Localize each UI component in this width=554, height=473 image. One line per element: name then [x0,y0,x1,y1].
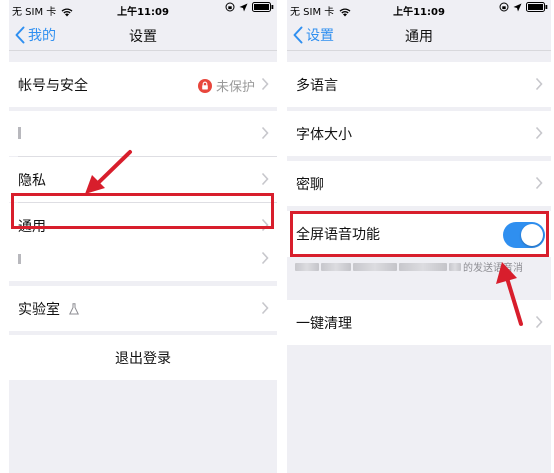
row-label: 隐私 [18,172,46,189]
font-size-row[interactable]: 字体大小 [287,111,551,156]
voice-description: 的发送语音消 [295,259,523,274]
chevron-right-icon [261,251,269,265]
location-icon [513,3,522,11]
lock-icon [197,78,212,93]
chevron-right-icon [535,77,543,91]
lock-rotation-icon [225,2,235,12]
protection-status: 未保护 [197,76,255,95]
status-bar: 无 SIM 卡 上午11:09 [287,0,551,20]
location-icon [239,3,248,11]
chevron-right-icon [535,176,543,190]
row-label: 密聊 [296,176,324,193]
nav-bar: 设置 通用 [287,20,551,51]
language-row[interactable]: 多语言 [287,62,551,107]
settings-row-obscured[interactable] [9,236,277,281]
row-label: 一键清理 [296,315,352,332]
battery-icon [526,2,548,12]
lab-row[interactable]: 实验室 [9,286,277,331]
general-screen: 无 SIM 卡 上午11:09 设置 通用 多语言 字体大小 密聊 全屏语音功能 [287,0,551,473]
one-click-clean-row[interactable]: 一键清理 [287,300,551,345]
row-label: 字体大小 [296,126,352,143]
row-label: 实验室 [18,301,60,318]
status-bar: 无 SIM 卡 上午11:09 [9,0,277,20]
battery-icon [252,2,274,12]
privacy-row[interactable]: 隐私 [9,157,277,202]
flask-icon [69,303,79,315]
chevron-right-icon [261,218,269,232]
fullscreen-voice-toggle[interactable] [503,222,545,248]
obscured-text [321,262,351,271]
obscured-label [18,254,21,264]
chevron-right-icon [261,126,269,140]
chevron-right-icon [535,126,543,140]
obscured-label [18,127,21,139]
protection-status-text: 未保护 [215,80,255,95]
obscured-text [399,262,447,271]
row-label: 多语言 [296,77,338,94]
lock-rotation-icon [499,2,509,12]
logout-label: 退出登录 [115,351,171,367]
page-title: 设置 [129,29,157,45]
page-title: 通用 [405,29,433,45]
chevron-right-icon [261,77,269,91]
row-label: 通用 [18,218,46,235]
account-security-row[interactable]: 帐号与安全 未保护 [9,62,277,107]
nav-bar: 我的 设置 [9,20,277,51]
voice-description-text: 的发送语音消 [463,263,523,274]
chevron-right-icon [261,301,269,315]
logout-button[interactable]: 退出登录 [9,335,277,380]
settings-screen: 无 SIM 卡 上午11:09 我的 设置 帐号与安全 未保护 隐私 通用 实验… [9,0,277,473]
row-label: 帐号与安全 [18,77,88,94]
row-label: 全屏语音功能 [296,227,380,243]
obscured-text [449,262,461,271]
chevron-right-icon [535,315,543,329]
toggle-knob [521,224,543,246]
secret-chat-row[interactable]: 密聊 [287,161,551,206]
settings-row-obscured[interactable] [9,111,277,156]
obscured-text [353,262,397,271]
fullscreen-voice-row: 全屏语音功能 [287,211,551,257]
obscured-text [295,262,319,271]
chevron-right-icon [261,172,269,186]
